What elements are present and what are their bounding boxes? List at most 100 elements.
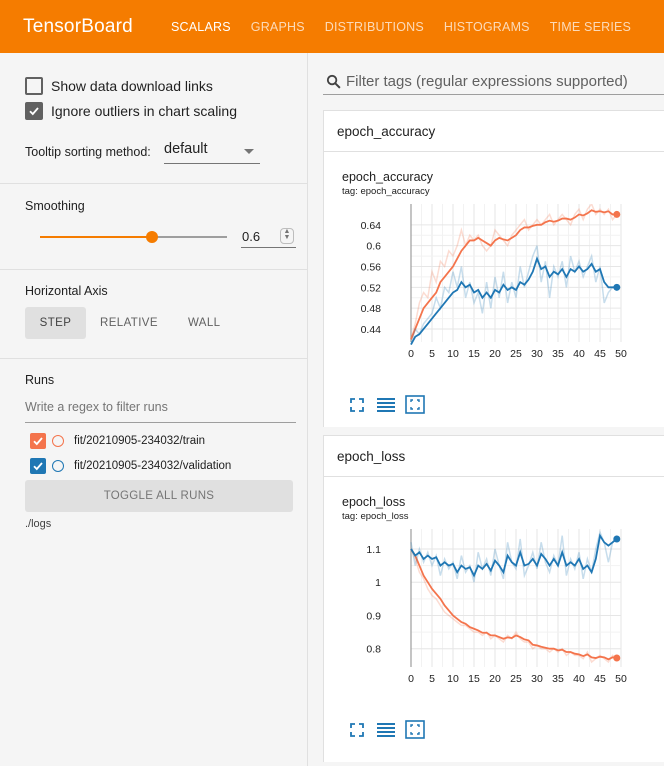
x-tick-label: 0 <box>408 673 414 685</box>
fit-domain-icon <box>405 720 425 739</box>
tooltip-sorting-value: default <box>164 141 208 157</box>
chart-title: epoch_accuracy <box>342 170 434 184</box>
x-tick-label: 35 <box>552 673 564 685</box>
checkbox-unchecked-icon[interactable] <box>25 77 43 95</box>
y-tick-label: 0.52 <box>361 282 382 294</box>
y-tick-label: 0.64 <box>361 220 382 232</box>
spinner-icon[interactable]: ▲ ▼ <box>280 228 294 244</box>
run-validation-checkbox-icon[interactable] <box>30 458 46 474</box>
x-tick-label: 50 <box>615 673 627 685</box>
fullscreen-button[interactable] <box>349 397 365 413</box>
x-tick-label: 25 <box>510 348 522 360</box>
tag-filter-input[interactable]: Filter tags (regular expressions support… <box>323 68 664 95</box>
run-validation-color-icon[interactable] <box>52 460 64 472</box>
x-tick-label: 45 <box>594 673 606 685</box>
chart-tag: tag: epoch_accuracy <box>342 186 430 197</box>
fit-domain-button[interactable] <box>405 720 425 739</box>
tab-graphs[interactable]: GRAPHS <box>241 0 315 53</box>
show-download-links-label: Show data download links <box>51 78 213 94</box>
x-tick-label: 20 <box>489 348 501 360</box>
toggle-all-runs-button[interactable]: TOGGLE ALL RUNS <box>25 480 293 512</box>
group-title-epoch-loss[interactable]: epoch_loss <box>337 449 405 464</box>
ignore-outliers-label: Ignore outliers in chart scaling <box>51 103 237 119</box>
show-download-links-checkbox[interactable]: Show data download links <box>25 77 213 95</box>
x-tick-label: 45 <box>594 348 606 360</box>
group-epoch-accuracy: epoch_accuracy epoch_accuracy tag: epoch… <box>323 110 664 427</box>
logdir-path: ./logs <box>25 518 52 530</box>
runs-label: Runs <box>25 373 55 387</box>
smoothing-value: 0.6 <box>242 229 261 244</box>
app-title[interactable]: TensorBoard <box>23 16 161 38</box>
dropdown-caret-icon <box>244 149 254 154</box>
x-tick-label: 5 <box>429 673 435 685</box>
y-tick-label: 0.6 <box>366 241 381 253</box>
x-tick-label: 40 <box>573 673 585 685</box>
fit-domain-button[interactable] <box>405 395 425 414</box>
tag-filter-placeholder: Filter tags (regular expressions support… <box>346 72 628 90</box>
y-tick-label: 0.44 <box>361 324 382 336</box>
group-epoch-loss: epoch_loss epoch_loss tag: epoch_loss 0 5… <box>323 435 664 762</box>
runs-filter-input[interactable]: Write a regex to filter runs <box>25 400 296 423</box>
tab-histograms[interactable]: HISTOGRAMS <box>434 0 540 53</box>
fullscreen-button[interactable] <box>349 722 365 738</box>
axis-wall-button[interactable]: WALL <box>172 307 237 339</box>
smoothing-value-input[interactable]: 0.6 ▲ ▼ <box>241 225 296 248</box>
top-app-bar: TensorBoard SCALARS GRAPHS DISTRIBUTIONS… <box>0 0 664 53</box>
sidebar: Show data download links Ignore outliers… <box>0 53 308 766</box>
x-tick-label: 10 <box>447 348 459 360</box>
series-end-point[interactable] <box>613 535 621 543</box>
x-tick-label: 35 <box>552 348 564 360</box>
run-train-label: fit/20210905-234032/train <box>74 435 206 447</box>
series-end-point[interactable] <box>613 283 621 291</box>
run-validation-label: fit/20210905-234032/validation <box>74 460 232 472</box>
horizontal-axis-label: Horizontal Axis <box>25 284 108 298</box>
tooltip-sorting-label: Tooltip sorting method: <box>25 145 151 159</box>
group-title-epoch-accuracy[interactable]: epoch_accuracy <box>337 124 435 139</box>
series-end-point[interactable] <box>613 654 621 662</box>
toggle-log-scale-button[interactable] <box>376 722 396 738</box>
checkbox-checked-icon[interactable] <box>25 102 43 120</box>
x-tick-label: 15 <box>468 348 480 360</box>
x-tick-label: 10 <box>447 673 459 685</box>
series-raw-line <box>410 529 618 583</box>
x-tick-label: 40 <box>573 348 585 360</box>
series-raw-line <box>410 245 617 345</box>
fullscreen-icon <box>350 723 364 737</box>
tab-time-series[interactable]: TIME SERIES <box>540 0 641 53</box>
y-tick-label: 0.9 <box>366 610 381 622</box>
run-item-validation[interactable]: fit/20210905-234032/validation <box>30 458 231 474</box>
runs-filter-placeholder: Write a regex to filter runs <box>25 400 168 414</box>
y-tick-label: 1.1 <box>366 544 381 556</box>
x-tick-label: 30 <box>531 348 543 360</box>
accuracy-chart[interactable]: 0 5 10 15 20 25 30 35 40 45 50 0.44 0.48 0.52 0.56 0.6 0… <box>324 204 664 394</box>
chart-card-epoch-loss: epoch_loss tag: epoch_loss 0 5 10 15 20 25 30 3… <box>324 476 664 762</box>
series-smoothed-line <box>410 209 617 340</box>
smoothing-label: Smoothing <box>25 199 85 213</box>
run-train-checkbox-icon[interactable] <box>30 433 46 449</box>
x-tick-label: 30 <box>531 673 543 685</box>
tab-distributions[interactable]: DISTRIBUTIONS <box>315 0 434 53</box>
search-icon <box>326 74 341 89</box>
chart-title: epoch_loss <box>342 495 406 509</box>
y-tick-label: 1 <box>375 577 381 589</box>
tooltip-sorting-select[interactable]: default <box>164 141 260 164</box>
x-tick-label: 50 <box>615 348 627 360</box>
chart-card-epoch-accuracy: epoch_accuracy tag: epoch_accuracy 0 5 10 1… <box>324 151 664 427</box>
loss-chart[interactable]: 0 5 10 15 20 25 30 35 40 45 50 0.8 0.9 1 1.1 <box>324 529 664 719</box>
x-tick-label: 0 <box>408 348 414 360</box>
axis-relative-button[interactable]: RELATIVE <box>86 307 172 339</box>
y-tick-label: 0.48 <box>361 303 382 315</box>
axis-step-button[interactable]: STEP <box>25 307 86 339</box>
fullscreen-icon <box>350 398 364 412</box>
run-train-color-icon[interactable] <box>52 435 64 447</box>
toggle-log-scale-button[interactable] <box>376 397 396 413</box>
lines-icon <box>377 723 395 737</box>
smoothing-slider[interactable] <box>40 231 227 243</box>
tab-scalars[interactable]: SCALARS <box>161 0 241 53</box>
y-tick-label: 0.8 <box>366 644 381 656</box>
dashboard-tabs: SCALARS GRAPHS DISTRIBUTIONS HISTOGRAMS … <box>161 0 641 53</box>
x-tick-label: 5 <box>429 348 435 360</box>
series-end-point[interactable] <box>613 210 621 218</box>
run-item-train[interactable]: fit/20210905-234032/train <box>30 433 205 449</box>
ignore-outliers-checkbox[interactable]: Ignore outliers in chart scaling <box>25 102 237 120</box>
